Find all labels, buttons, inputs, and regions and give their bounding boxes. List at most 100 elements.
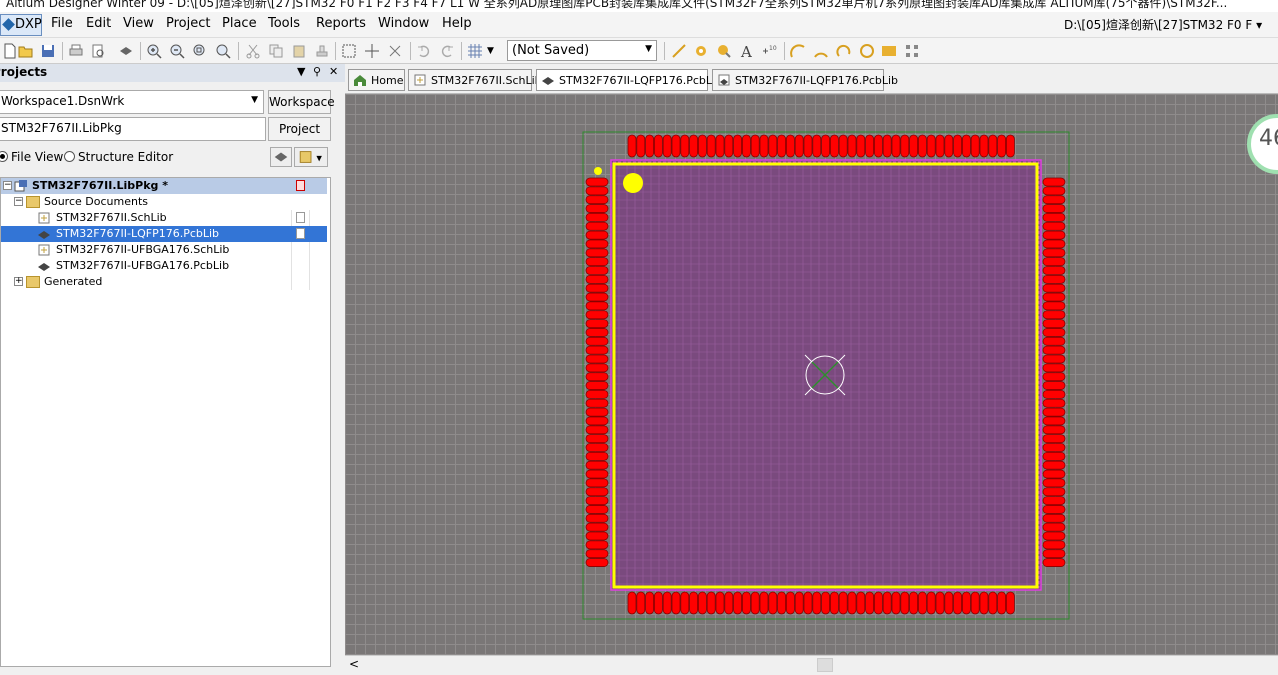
dxp-menu-button[interactable]: DXP — [0, 14, 42, 36]
panel-title: Projects — [0, 65, 48, 79]
pad-bottom — [636, 591, 646, 615]
new-document-icon[interactable] — [2, 43, 18, 59]
place-via-icon[interactable] — [716, 43, 732, 59]
project-field[interactable]: STM32F767II.LibPkg — [0, 117, 266, 141]
paste-array-icon[interactable] — [904, 43, 920, 59]
pad-right — [1042, 540, 1066, 550]
pin-icon[interactable]: ⚲ — [313, 65, 321, 78]
move-icon[interactable] — [364, 43, 380, 59]
grid-dropdown-arrow[interactable]: ▼ — [487, 46, 503, 62]
compile-button-icon[interactable] — [270, 147, 292, 167]
project-options-icon[interactable]: ▼ — [294, 147, 328, 167]
save-icon[interactable] — [40, 43, 56, 59]
pad-right — [1042, 558, 1066, 567]
copy-icon[interactable] — [268, 43, 284, 59]
pad-left — [585, 381, 609, 390]
scroll-left-icon[interactable]: < — [349, 657, 359, 671]
zoom-area-icon[interactable] — [192, 43, 208, 59]
print-icon[interactable] — [68, 43, 84, 59]
document-path: D:\[05]煊泽创新\[27]STM32 F0 F — [1064, 18, 1253, 32]
menu-help[interactable]: Help — [442, 16, 472, 31]
pad-left — [585, 301, 609, 311]
structure-editor-radio[interactable]: Structure Editor — [64, 150, 173, 164]
grid-icon[interactable] — [467, 43, 483, 59]
pad-top — [741, 134, 751, 158]
tree-row-document[interactable]: STM32F767II.SchLib — [1, 210, 327, 226]
menu-window[interactable]: Window — [378, 16, 429, 31]
tree-row-source-folder[interactable]: − Source Documents — [1, 194, 327, 210]
pad-top — [636, 134, 646, 158]
zoom-fit-icon[interactable] — [215, 43, 231, 59]
pad-top — [882, 134, 892, 158]
pad-left — [585, 354, 609, 364]
tab-schlib[interactable]: STM32F767II.SchLib — [408, 69, 542, 91]
expand-icon[interactable]: + — [14, 277, 23, 286]
pad-left — [585, 195, 609, 205]
column-divider — [291, 274, 292, 290]
panel-menu-icon[interactable]: ▼ — [297, 65, 305, 78]
pad-left — [585, 496, 609, 506]
menu-project[interactable]: Project — [166, 16, 210, 31]
document-path-combo[interactable]: D:\[05]煊泽创新\[27]STM32 F0 F ▾ — [1064, 16, 1262, 33]
workspace-combo[interactable]: Workspace1.DsnWrk ▼ — [0, 90, 264, 114]
close-icon[interactable]: ✕ — [329, 65, 338, 78]
pad-bottom — [662, 591, 672, 615]
rubber-stamp-icon[interactable] — [314, 43, 330, 59]
tree-row-document[interactable]: STM32F767II-UFBGA176.PcbLib — [1, 258, 327, 274]
workspace-button[interactable]: Workspace — [268, 90, 335, 114]
document-label: STM32F767II-UFBGA176.PcbLib — [56, 259, 230, 272]
pad-left — [585, 239, 609, 249]
arc-any-angle-icon[interactable] — [836, 43, 852, 59]
zoom-in-icon[interactable] — [146, 43, 162, 59]
fill-icon[interactable] — [881, 43, 897, 59]
redo-icon[interactable] — [439, 43, 455, 59]
tree-row-document[interactable]: STM32F767II-UFBGA176.SchLib — [1, 242, 327, 258]
pad-bottom — [671, 591, 681, 615]
menu-reports[interactable]: Reports — [316, 16, 366, 31]
tab-pcblib-active[interactable]: STM32F767II-LQFP176.PcbLib — [536, 69, 722, 91]
full-circle-icon[interactable] — [859, 43, 875, 59]
tree-row-generated-folder[interactable]: + Generated — [1, 274, 327, 290]
arc-edge-icon[interactable] — [813, 43, 829, 59]
pad-bottom — [970, 591, 980, 615]
pad-left — [585, 549, 609, 559]
variant-combo[interactable]: (Not Saved) ▼ — [507, 40, 657, 61]
project-button[interactable]: Project — [268, 117, 331, 141]
cut-icon[interactable] — [245, 43, 261, 59]
file-view-radio[interactable]: File View — [0, 150, 63, 164]
collapse-icon[interactable]: − — [14, 197, 23, 206]
undo-icon[interactable] — [416, 43, 432, 59]
menu-tools[interactable]: Tools — [268, 16, 300, 31]
select-area-icon[interactable] — [341, 43, 357, 59]
tab-home[interactable]: Home — [348, 69, 405, 91]
collapse-icon[interactable]: − — [3, 181, 12, 190]
place-string-icon[interactable]: A — [739, 43, 755, 59]
menu-file[interactable]: File — [51, 16, 73, 31]
paste-icon[interactable] — [291, 43, 307, 59]
pad-bottom — [900, 591, 910, 615]
open-folder-icon[interactable] — [18, 43, 34, 59]
tree-row-project[interactable]: − STM32F767II.LibPkg * — [1, 178, 327, 194]
menu-view[interactable]: View — [123, 16, 154, 31]
project-tree: − STM32F767II.LibPkg * − Source Document… — [0, 177, 331, 667]
zoom-out-icon[interactable] — [169, 43, 185, 59]
print-preview-icon[interactable] — [90, 43, 106, 59]
tab-pcblib-second[interactable]: STM32F767II-LQFP176.PcbLib — [712, 69, 898, 91]
place-pad-icon[interactable] — [693, 43, 709, 59]
pad-left — [585, 186, 609, 196]
pin1-dot — [594, 167, 602, 175]
deselect-icon[interactable] — [387, 43, 403, 59]
component-icon[interactable] — [118, 43, 134, 59]
horizontal-scrollbar[interactable]: < — [345, 655, 1278, 675]
place-coordinate-icon[interactable]: 10 — [761, 43, 777, 59]
menu-edit[interactable]: Edit — [86, 16, 111, 31]
place-line-icon[interactable] — [671, 43, 687, 59]
tree-row-document-selected[interactable]: STM32F767II-LQFP176.PcbLib — [1, 226, 327, 242]
arc-center-icon[interactable] — [790, 43, 806, 59]
toolbar-separator — [62, 42, 63, 60]
pcb-editor-canvas[interactable]: 46 — [345, 94, 1278, 655]
menu-place[interactable]: Place — [222, 16, 257, 31]
column-divider — [309, 258, 310, 274]
pad-right — [1042, 478, 1066, 488]
scrollbar-thumb[interactable] — [817, 658, 833, 672]
